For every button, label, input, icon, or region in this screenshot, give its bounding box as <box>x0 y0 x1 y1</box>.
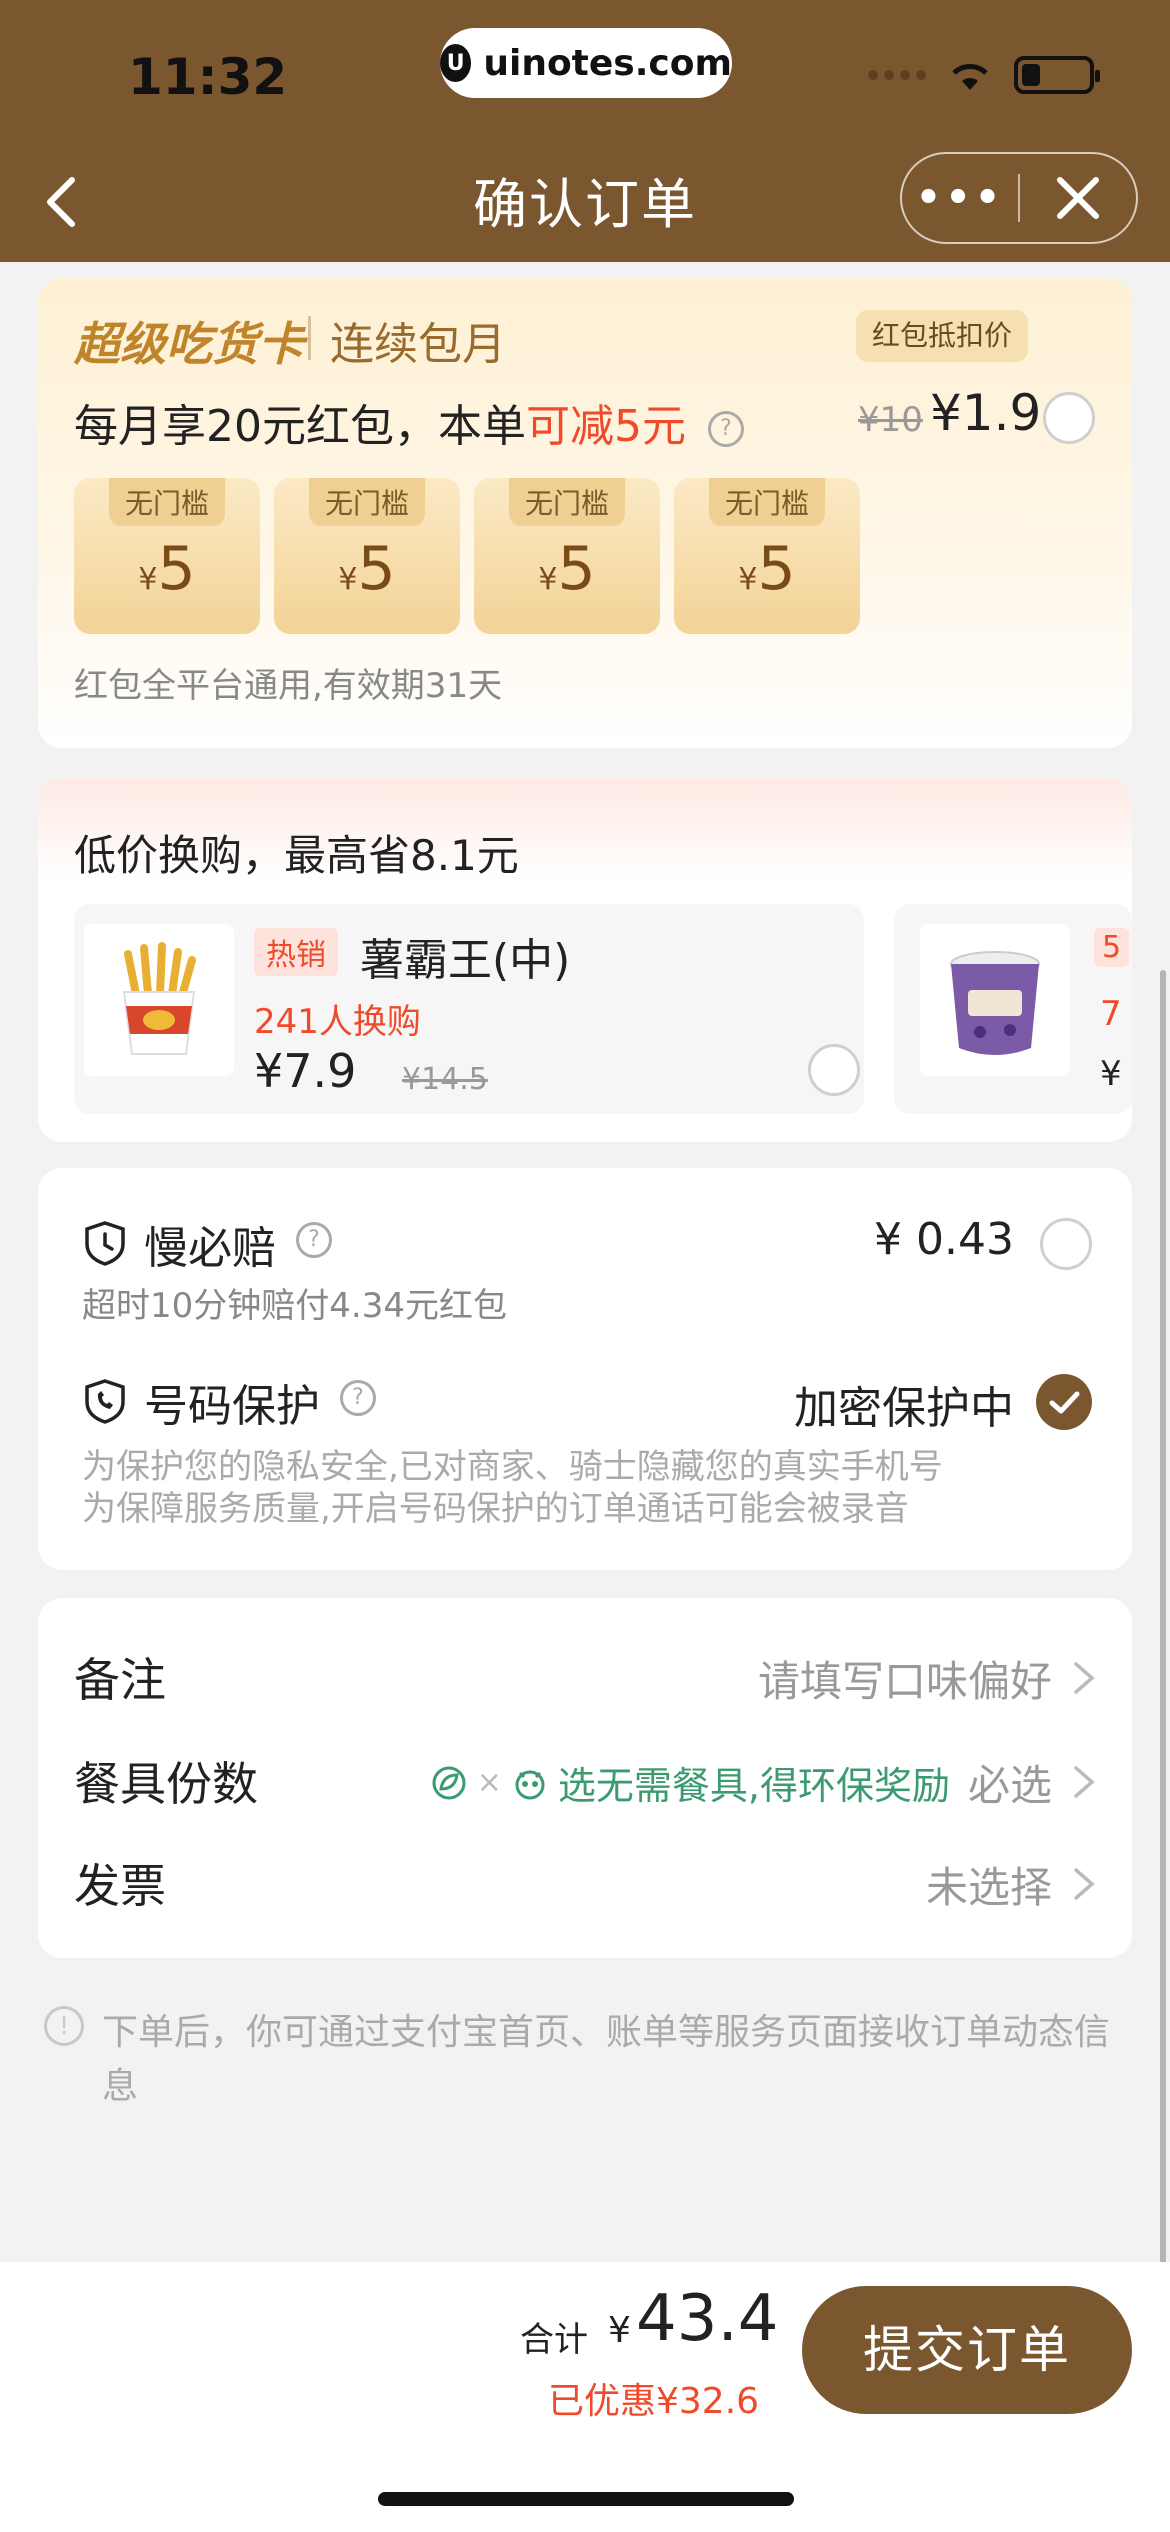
services-card: 慢必赔 ? ¥ 0.43 超时10分钟赔付4.34元红包 号码保护 ? 加密保护… <box>38 1168 1132 1570</box>
info-icon: ! <box>44 2006 84 2046</box>
coupon: 无门槛 ¥5 <box>674 478 860 634</box>
protection-status: 加密保护中 <box>794 1383 1014 1434</box>
product-old-price: ¥14.5 <box>402 1062 488 1097</box>
utensils-required: 必选 <box>967 1761 1052 1810</box>
total-label: 合计 <box>520 2320 588 2360</box>
home-indicator <box>378 2492 794 2506</box>
options-card: 备注 请填写口味偏好 餐具份数 × 选无需餐具,得环保奖励 必选 发票 未选择 <box>38 1598 1132 1958</box>
check-icon <box>1049 1391 1080 1414</box>
invoice-value: 未选择 <box>925 1863 1052 1912</box>
clock-shield-icon <box>85 1221 125 1266</box>
invoice-label: 发票 <box>74 1859 166 1913</box>
member-card: 超级吃货卡 连续包月 每月享20元红包，本单可减5元 ? 红包抵扣价 ¥10 ¥… <box>38 278 1132 748</box>
coupon-amount: ¥5 <box>538 534 596 604</box>
status-time: 11:32 <box>128 48 288 106</box>
number-protection-title: 号码保护 <box>144 1381 320 1432</box>
coupon-tag: 无门槛 <box>708 478 825 526</box>
total-amount: 43.4 <box>636 2282 779 2356</box>
coupon-tag: 无门槛 <box>308 478 425 526</box>
coupon-tag: 无门槛 <box>508 478 625 526</box>
signal-icon <box>868 70 926 80</box>
coupon-amount: ¥5 <box>138 534 196 604</box>
eco-text: 选无需餐具,得环保奖励 <box>557 1764 950 1808</box>
url-text: uinotes.com <box>483 42 732 84</box>
member-card-title: 超级吃货卡 <box>74 317 304 371</box>
remark-label: 备注 <box>74 1653 166 1707</box>
invoice-row[interactable]: 发票 未选择 <box>38 1830 1132 1930</box>
privacy-note-line2: 为保障服务质量,开启号码保护的订单通话可能会被录音 <box>82 1489 909 1529</box>
coupon-amount: ¥5 <box>738 534 796 604</box>
product-name: 薯霸王(中) <box>360 935 571 986</box>
help-icon[interactable]: ? <box>340 1380 376 1416</box>
hot-sale-tag: 热销 <box>254 928 338 976</box>
chevron-right-icon <box>1074 1868 1095 1900</box>
coupon: 无门槛 ¥5 <box>474 478 660 634</box>
coupon-note: 红包全平台通用,有效期31天 <box>74 666 503 706</box>
late-compensation-radio[interactable] <box>1040 1218 1092 1270</box>
member-old-price: ¥10 <box>858 400 923 440</box>
close-icon <box>1056 177 1099 219</box>
product-price: ¥7.9 <box>254 1044 357 1098</box>
protection-checked-toggle[interactable] <box>1036 1374 1092 1430</box>
leaf-icon <box>432 1766 466 1799</box>
top-bar: 11:32 U uinotes.com 确认订单 ••• <box>0 0 1170 262</box>
chevron-right-icon <box>1074 1662 1095 1694</box>
swap-product[interactable]: 热销 薯霸王(中) 241人换购 ¥7.9 ¥14.5 <box>74 904 864 1114</box>
scrollbar[interactable] <box>1160 970 1166 2270</box>
member-card-subtitle: 连续包月 <box>330 319 506 370</box>
offer-line: 每月享20元红包，本单可减5元 ? <box>74 390 744 454</box>
late-compensation-desc: 超时10分钟赔付4.34元红包 <box>82 1286 507 1326</box>
remark-row[interactable]: 备注 请填写口味偏好 <box>38 1624 1132 1724</box>
more-button[interactable]: ••• <box>902 175 1018 221</box>
chevron-right-icon <box>1074 1766 1095 1798</box>
tip-text: 下单后，你可通过支付宝首页、账单等服务页面接收订单动态信息 <box>102 2012 1111 2107</box>
owl-icon <box>515 1770 545 1799</box>
product-sold-count: 7 <box>1100 994 1122 1034</box>
url-pill: U uinotes.com <box>440 28 732 98</box>
oat-cup-image <box>920 924 1070 1076</box>
swap-card: 低价换购，最高省8.1元 热销 薯霸王(中) 241人换购 ¥7.9 ¥14.5 <box>38 778 1132 1142</box>
coupon: 无门槛 ¥5 <box>274 478 460 634</box>
bottom-bar: 合计 ¥ 43.4 已优惠¥32.6 提交订单 <box>0 2262 1170 2532</box>
coupon: 无门槛 ¥5 <box>74 478 260 634</box>
member-select-radio[interactable] <box>1043 392 1095 444</box>
site-logo-icon: U <box>440 44 472 82</box>
fries-image <box>84 924 234 1076</box>
remark-placeholder: 请填写口味偏好 <box>757 1657 1052 1706</box>
swap-product[interactable]: 5 7 ¥ <box>894 904 1132 1114</box>
coupon-tag: 无门槛 <box>108 478 225 526</box>
status-icons <box>868 56 1100 94</box>
deduction-badge: 红包抵扣价 <box>856 310 1029 362</box>
utensils-label: 餐具份数 <box>74 1757 258 1811</box>
offer-prefix: 每月享20元红包，本单 <box>74 401 526 452</box>
offer-highlight: 可减5元 <box>526 401 686 452</box>
coupon-amount: ¥5 <box>338 534 396 604</box>
swap-title: 低价换购，最高省8.1元 <box>74 831 519 880</box>
product-tag: 5 <box>1094 928 1130 967</box>
discount-amount: 已优惠¥32.6 <box>548 2381 760 2422</box>
eco-separator: × <box>476 1765 502 1800</box>
close-button[interactable] <box>1020 174 1136 222</box>
battery-icon <box>1014 56 1100 94</box>
product-select-radio[interactable] <box>808 1044 860 1096</box>
title-divider <box>308 316 311 360</box>
phone-shield-icon <box>85 1379 125 1424</box>
utensils-row[interactable]: 餐具份数 × 选无需餐具,得环保奖励 必选 <box>38 1728 1132 1828</box>
coupon-list: 无门槛 ¥5 无门槛 ¥5 无门槛 ¥5 无门槛 ¥5 <box>74 478 860 634</box>
submit-order-button[interactable]: 提交订单 <box>802 2286 1132 2414</box>
wifi-icon <box>952 64 988 90</box>
product-sold-count: 241人换购 <box>254 1002 421 1042</box>
help-icon[interactable]: ? <box>708 411 744 447</box>
late-compensation-title: 慢必赔 <box>144 1223 276 1274</box>
member-new-price: ¥1.9 <box>930 384 1042 442</box>
product-price: ¥ <box>1100 1054 1122 1094</box>
help-icon[interactable]: ? <box>296 1222 332 1258</box>
mini-app-capsule: ••• <box>900 152 1138 244</box>
eco-reward: × 选无需餐具,得环保奖励 必选 <box>431 1752 1052 1813</box>
privacy-note-line1: 为保护您的隐私安全,已对商家、骑士隐藏您的真实手机号 <box>82 1447 943 1487</box>
late-compensation-price: ¥ 0.43 <box>874 1214 1014 1265</box>
total-currency: ¥ <box>608 2310 631 2351</box>
